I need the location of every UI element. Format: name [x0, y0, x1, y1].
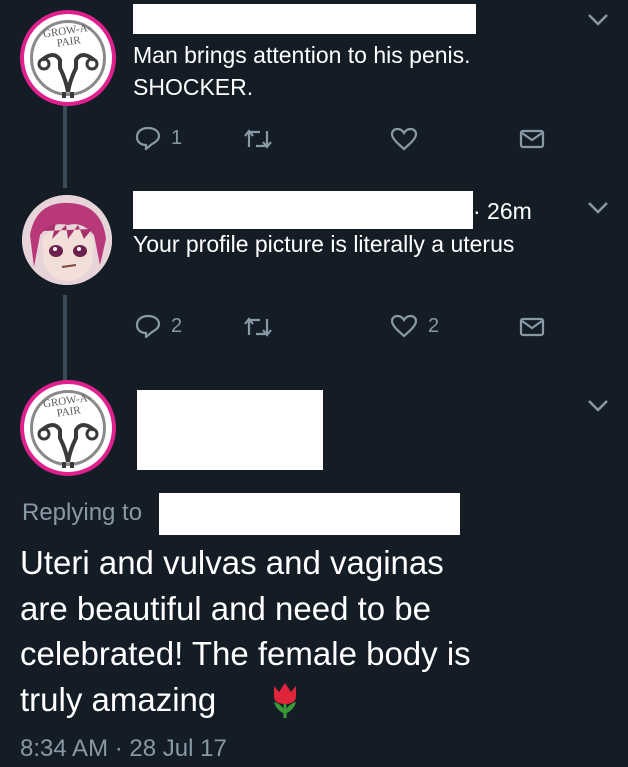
dm-icon[interactable] — [519, 129, 545, 149]
redacted-reply-handle[interactable] — [159, 493, 460, 535]
like-count: 2 — [428, 314, 440, 337]
avatar[interactable] — [22, 195, 112, 285]
retweet-icon[interactable] — [243, 128, 273, 150]
avatar[interactable]: GROW-A-PAIR — [20, 380, 116, 476]
tweet-text-line: truly amazing — [20, 681, 217, 718]
reply-icon — [135, 126, 161, 150]
tulip-icon — [274, 683, 296, 718]
replying-to-label: Replying to — [22, 499, 143, 526]
tweet-text-line: are beautiful and need to be — [20, 590, 432, 627]
tweet-time: · 26m — [473, 198, 532, 224]
tweet-text-line: Uteri and vulvas and vaginas — [20, 544, 444, 581]
like-button[interactable]: 2 — [390, 314, 439, 338]
redacted-username — [133, 191, 473, 229]
like-icon[interactable] — [390, 127, 418, 151]
dm-icon[interactable] — [519, 317, 545, 337]
redacted-display-name — [137, 390, 323, 470]
reply-button[interactable]: 1 — [135, 126, 182, 150]
tweet-timestamp: 8:34 AM · 28 Jul 17 — [20, 735, 227, 762]
chevron-down-icon[interactable] — [587, 201, 609, 215]
tweet-text-line: SHOCKER. — [133, 74, 254, 100]
chevron-down-icon[interactable] — [587, 13, 609, 27]
avatar[interactable]: GROW-A-PAIR — [20, 10, 116, 106]
redacted-username — [133, 4, 476, 34]
uterus-icon — [37, 53, 99, 98]
anime-avatar-icon — [22, 195, 112, 285]
tweet-text-line: celebrated! The female body is — [20, 635, 471, 672]
chevron-down-icon[interactable] — [587, 399, 609, 413]
reply-icon — [135, 314, 161, 338]
reply-count: 2 — [171, 314, 183, 337]
tweet-text: Your profile picture is literally a uter… — [133, 231, 515, 257]
tweet-text-line: Man brings attention to his penis. — [133, 42, 471, 68]
like-icon — [390, 314, 418, 338]
thread-line — [63, 295, 67, 383]
retweet-icon[interactable] — [243, 316, 273, 338]
uterus-icon — [37, 423, 99, 468]
reply-button[interactable]: 2 — [135, 314, 182, 338]
thread-line — [63, 105, 67, 188]
reply-count: 1 — [171, 126, 183, 149]
